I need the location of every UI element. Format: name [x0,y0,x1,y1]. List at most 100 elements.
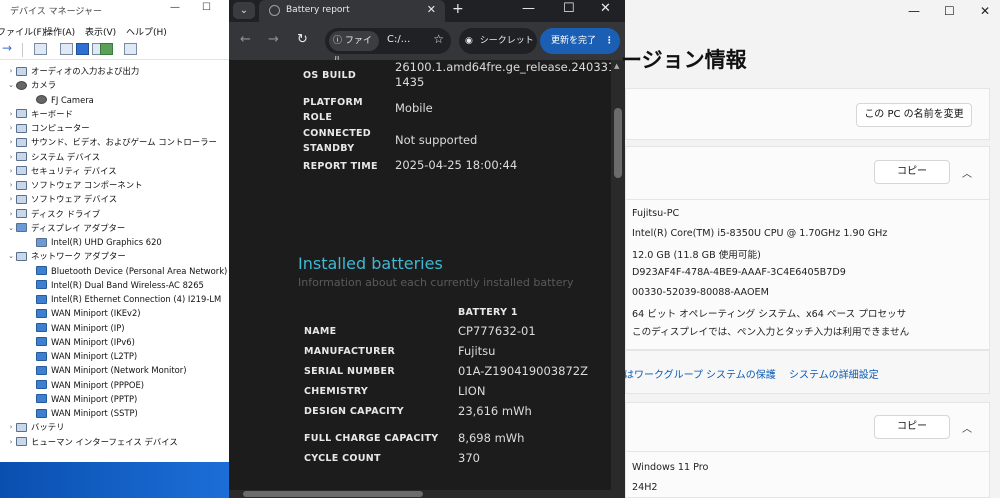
expand-arrow-icon[interactable]: › [6,210,16,218]
expand-arrow-icon[interactable]: › [6,423,16,431]
workgroup-link[interactable]: はワークグループ [624,366,703,381]
tab-battery-report[interactable]: Battery report ✕ [259,0,445,22]
device-manager-titlebar: デバイス マネージャー — ☐ [0,0,231,20]
system-protection-link[interactable]: システムの保護 [706,366,776,381]
expand-arrow-icon[interactable]: › [6,167,16,175]
tree-item[interactable]: › セキュリティ デバイス [6,164,117,178]
horizontal-scrollbar[interactable] [229,490,625,498]
monitor-icon[interactable] [124,43,137,55]
expand-arrow-icon[interactable]: › [6,124,16,132]
pen-touch-value: このディスプレイでは、ペン入力とタッチ入力は利用できません [632,327,910,338]
tree-item[interactable]: ⌄ カメラ [6,78,56,92]
more-menu-icon[interactable]: ⋮ [605,36,614,46]
collapse-arrow-icon[interactable]: ⌄ [6,81,16,89]
update-driver-icon[interactable] [100,43,113,55]
expand-arrow-icon[interactable]: › [6,181,16,189]
new-tab-icon[interactable]: + [452,1,464,17]
copy-button-2[interactable]: コピー [874,415,950,439]
minimize-icon[interactable]: — [170,2,180,13]
omnibox[interactable]: ⓘ ファイル C:/... ☆ [325,28,451,66]
tree-item[interactable]: WAN Miniport (SSTP) [26,406,138,420]
close-tab-icon[interactable]: ✕ [427,3,436,16]
expand-arrow-icon[interactable]: › [6,67,16,75]
tree-item[interactable]: › サウンド、ビデオ、およびゲーム コントローラー [6,135,217,149]
maximize-icon[interactable]: ☐ [944,4,955,18]
device-specs-header: コピー ︿ [625,146,990,200]
tree-item[interactable]: WAN Miniport (PPTP) [26,392,137,406]
chevron-up-icon[interactable]: ︿ [962,420,972,435]
menu-action[interactable]: 操作(A) [44,25,75,38]
scroll-up-icon[interactable]: ▲ [614,62,619,70]
vertical-scrollbar[interactable]: ▲ [611,60,625,490]
tab-search-icon[interactable]: ⌄ [233,2,255,19]
update-button[interactable]: 更新を完了 ⋮ [540,28,620,54]
device-icon [36,408,47,418]
forward-icon[interactable]: → [2,41,12,55]
tree-item[interactable]: › ソフトウェア デバイス [6,192,118,206]
incognito-indicator[interactable]: ◉ シークレット [459,28,537,54]
expand-arrow-icon[interactable]: › [6,195,16,203]
tree-item[interactable]: Intel(R) Ethernet Connection (4) I219-LM [26,292,221,306]
tree-item[interactable]: WAN Miniport (IKEv2) [26,306,141,320]
tree-item[interactable]: › ヒューマン インターフェイス デバイス [6,435,178,449]
properties-icon[interactable] [34,43,47,55]
rename-pc-button[interactable]: この PC の名前を変更 [856,103,972,127]
maximize-icon[interactable]: ☐ [202,2,211,13]
close-icon[interactable]: ✕ [600,1,611,16]
site-info-chip[interactable]: ⓘ ファイル [329,31,379,66]
expand-arrow-icon[interactable]: › [6,138,16,146]
forward-icon[interactable]: → [268,32,279,47]
tree-item[interactable]: › キーボード [6,107,73,121]
advanced-system-settings-link[interactable]: システムの詳細設定 [789,366,879,381]
chemistry-value: LION [458,384,486,398]
menu-file[interactable]: ファイル(F) [0,25,45,38]
device-icon [36,337,47,347]
expand-arrow-icon[interactable]: › [6,438,16,446]
report-time-value: 2025-04-25 18:00:44 [395,158,518,172]
tree-item[interactable]: › ソフトウェア コンポーネント [6,178,143,192]
minimize-icon[interactable]: — [908,4,920,18]
expand-arrow-icon[interactable]: › [6,110,16,118]
tree-item[interactable]: WAN Miniport (Network Monitor) [26,363,187,377]
menu-help[interactable]: ヘルプ(H) [126,25,167,38]
tree-item[interactable]: › バッテリ [6,420,65,434]
maximize-icon[interactable]: ☐ [563,1,575,16]
battery-column-header: BATTERY 1 [458,307,518,318]
tree-item[interactable]: ⌄ ディスプレイ アダプター [6,221,125,235]
tree-item[interactable]: ⌄ ネットワーク アダプター [6,249,126,263]
device-icon [16,166,27,176]
tree-item[interactable]: Intel(R) Dual Band Wireless-AC 8265 [26,278,204,292]
tree-item[interactable]: WAN Miniport (IP) [26,321,125,335]
tree-item[interactable]: › システム デバイス [6,150,101,164]
tree-item[interactable]: WAN Miniport (PPPOE) [26,378,144,392]
bookmark-star-icon[interactable]: ☆ [433,32,444,46]
tree-item[interactable]: Intel(R) UHD Graphics 620 [26,235,162,249]
chevron-up-icon[interactable]: ︿ [962,165,972,180]
tree-item[interactable]: FJ Camera [26,93,94,107]
tree-item[interactable]: WAN Miniport (L2TP) [26,349,137,363]
collapse-arrow-icon[interactable]: ⌄ [6,252,16,260]
device-icon [16,180,27,190]
menu-view[interactable]: 表示(V) [85,25,116,38]
copy-button[interactable]: コピー [874,160,950,184]
cycle-count-label: CYCLE COUNT [304,453,381,464]
tree-item[interactable]: › コンピューター [6,121,90,135]
manufacturer-label: MANUFACTURER [304,346,396,357]
collapse-arrow-icon[interactable]: ⌄ [6,224,16,232]
tree-item[interactable]: › ディスク ドライブ [6,207,100,221]
tree-item[interactable]: WAN Miniport (IPv6) [26,335,135,349]
list-icon[interactable] [60,43,73,55]
help-icon[interactable] [76,43,89,55]
expand-arrow-icon[interactable]: › [6,153,16,161]
tree-item-label: Intel(R) Dual Band Wireless-AC 8265 [51,279,204,290]
minimize-icon[interactable]: — [522,1,535,16]
tree-item-label: ディスク ドライブ [31,208,101,219]
close-icon[interactable]: ✕ [980,4,990,18]
hscroll-thumb[interactable] [243,491,423,497]
tree-item[interactable]: › オーディオの入力および出力 [6,64,140,78]
tree-item[interactable]: Bluetooth Device (Personal Area Network) [26,264,227,278]
reload-icon[interactable]: ↻ [297,32,308,47]
back-icon[interactable]: ← [240,32,251,47]
device-icon [36,266,47,275]
scroll-thumb[interactable] [614,108,622,178]
